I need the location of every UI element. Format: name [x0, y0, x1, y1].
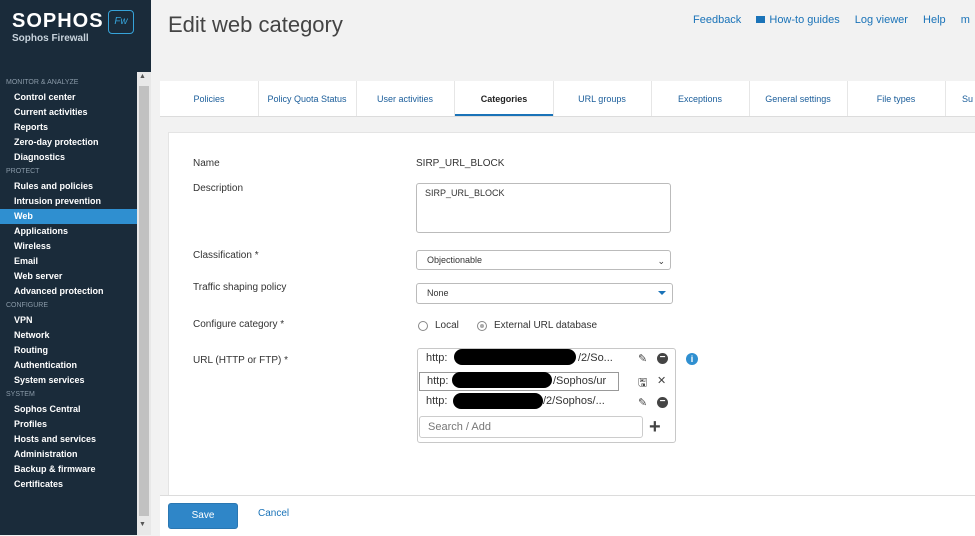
sidebar-item-control-center[interactable]: Control center — [0, 90, 137, 105]
sidebar-item-administration[interactable]: Administration — [0, 447, 137, 462]
sidebar-item-sophos-central[interactable]: Sophos Central — [0, 402, 137, 417]
redaction-bar — [452, 372, 552, 388]
log-viewer-link[interactable]: Log viewer — [855, 14, 908, 26]
classification-value: Objectionable — [427, 255, 483, 265]
configure-category-label: Configure category * — [193, 319, 285, 330]
video-icon — [756, 16, 766, 23]
tab-exceptions[interactable]: Exceptions — [651, 81, 749, 116]
user-menu-link[interactable]: m — [961, 14, 970, 26]
url-suffix: /Sophos/ur — [553, 375, 607, 387]
traffic-shaping-select[interactable]: None — [416, 283, 673, 304]
url-prefix: http: — [426, 352, 448, 364]
save-icon[interactable]: 🖫 — [638, 374, 647, 393]
remove-icon[interactable]: − — [657, 353, 668, 364]
url-prefix: http: — [426, 395, 448, 407]
info-icon[interactable]: i — [686, 353, 698, 365]
name-label: Name — [193, 158, 220, 169]
search-add-input[interactable]: Search / Add — [419, 416, 643, 438]
save-button[interactable]: Save — [168, 503, 238, 529]
sidebar-item-advanced-protection[interactable]: Advanced protection — [0, 284, 137, 299]
url-prefix: http: — [427, 375, 449, 387]
nav-section-title: MONITOR & ANALYZE — [6, 79, 79, 86]
brand-logo: SOPHOS Sophos Firewall — [12, 10, 104, 44]
sidebar-item-profiles[interactable]: Profiles — [0, 417, 137, 432]
sidebar-item-authentication[interactable]: Authentication — [0, 358, 137, 373]
brand-name: SOPHOS — [12, 10, 104, 32]
sidebar-nav: MONITOR & ANALYZE Control center Current a… — [0, 76, 137, 492]
sidebar-item-certificates[interactable]: Certificates — [0, 477, 137, 492]
radio-external-url-database[interactable] — [477, 321, 487, 331]
tab-general-settings[interactable]: General settings — [749, 81, 847, 116]
remove-icon[interactable]: − — [657, 397, 668, 408]
scroll-up-icon[interactable]: ▲ — [139, 73, 146, 80]
redaction-bar — [454, 349, 576, 365]
tab-policies[interactable]: Policies — [160, 81, 258, 116]
sidebar-item-rules-and-policies[interactable]: Rules and policies — [0, 179, 137, 194]
sidebar-item-applications[interactable]: Applications — [0, 224, 137, 239]
sidebar-item-diagnostics[interactable]: Diagnostics — [0, 150, 137, 165]
traffic-shaping-value: None — [427, 288, 449, 298]
nav-section-title: CONFIGURE — [6, 302, 48, 309]
radio-local-label: Local — [435, 320, 459, 331]
url-suffix: /2/Sophos/... — [543, 395, 605, 407]
page-title: Edit web category — [168, 12, 343, 37]
sidebar-item-network[interactable]: Network — [0, 328, 137, 343]
redaction-bar — [453, 393, 543, 409]
sidebar-item-zero-day-protection[interactable]: Zero-day protection — [0, 135, 137, 150]
close-icon[interactable]: ✕ — [657, 374, 666, 387]
sidebar-scroll-thumb[interactable] — [139, 86, 149, 516]
radio-local[interactable] — [418, 321, 428, 331]
nav-section-title: SYSTEM — [6, 391, 35, 398]
cancel-button[interactable]: Cancel — [258, 508, 289, 519]
sidebar-item-reports[interactable]: Reports — [0, 120, 137, 135]
sidebar-item-routing[interactable]: Routing — [0, 343, 137, 358]
tab-user-activities[interactable]: User activities — [356, 81, 454, 116]
sidebar-item-web[interactable]: Web — [0, 209, 137, 224]
sidebar-item-system-services[interactable]: System services — [0, 373, 137, 388]
chevron-down-icon: ⌄ — [657, 256, 665, 266]
classification-select[interactable]: Objectionable ⌄ — [416, 250, 671, 270]
sidebar-item-hosts-and-services[interactable]: Hosts and services — [0, 432, 137, 447]
sidebar-item-web-server[interactable]: Web server — [0, 269, 137, 284]
description-field[interactable]: SIRP_URL_BLOCK — [416, 183, 671, 233]
tab-bar: Policies Policy Quota Status User activi… — [160, 81, 975, 117]
sidebar-item-email[interactable]: Email — [0, 254, 137, 269]
fw-badge-icon: Fw — [108, 10, 134, 34]
traffic-shaping-label: Traffic shaping policy — [193, 282, 287, 293]
caret-down-icon — [658, 291, 666, 295]
feedback-link[interactable]: Feedback — [693, 14, 741, 26]
name-value: SIRP_URL_BLOCK — [416, 158, 505, 169]
url-suffix: /2/So... — [578, 352, 613, 364]
tab-url-groups[interactable]: URL groups — [553, 81, 651, 116]
how-to-guides-label: How-to guides — [769, 14, 840, 26]
top-links: Feedback How-to guides Log viewer Help m — [693, 14, 975, 26]
sidebar-item-vpn[interactable]: VPN — [0, 313, 137, 328]
description-label: Description — [193, 183, 244, 194]
tab-file-types[interactable]: File types — [847, 81, 945, 116]
brand-subtitle: Sophos Firewall — [12, 33, 89, 44]
nav-section-title: PROTECT — [6, 168, 40, 175]
scroll-down-icon[interactable]: ▼ — [139, 521, 146, 528]
radio-external-label: External URL database — [494, 320, 598, 331]
classification-label: Classification * — [193, 250, 259, 261]
add-icon[interactable]: + — [649, 417, 661, 437]
sidebar-item-wireless[interactable]: Wireless — [0, 239, 137, 254]
tab-overflow[interactable]: Su — [945, 81, 975, 116]
tab-policy-quota-status[interactable]: Policy Quota Status — [258, 81, 356, 116]
sidebar: SOPHOS Sophos Firewall Fw MONITOR & ANAL… — [0, 0, 151, 535]
how-to-guides-link[interactable]: How-to guides — [756, 14, 840, 26]
url-label: URL (HTTP or FTP) * — [193, 355, 289, 366]
sidebar-item-backup-firmware[interactable]: Backup & firmware — [0, 462, 137, 477]
pencil-icon[interactable]: ✎ — [638, 352, 647, 365]
pencil-icon[interactable]: ✎ — [638, 396, 647, 409]
help-link[interactable]: Help — [923, 14, 946, 26]
tab-categories[interactable]: Categories — [455, 81, 553, 116]
sidebar-item-current-activities[interactable]: Current activities — [0, 105, 137, 120]
sidebar-item-intrusion-prevention[interactable]: Intrusion prevention — [0, 194, 137, 209]
